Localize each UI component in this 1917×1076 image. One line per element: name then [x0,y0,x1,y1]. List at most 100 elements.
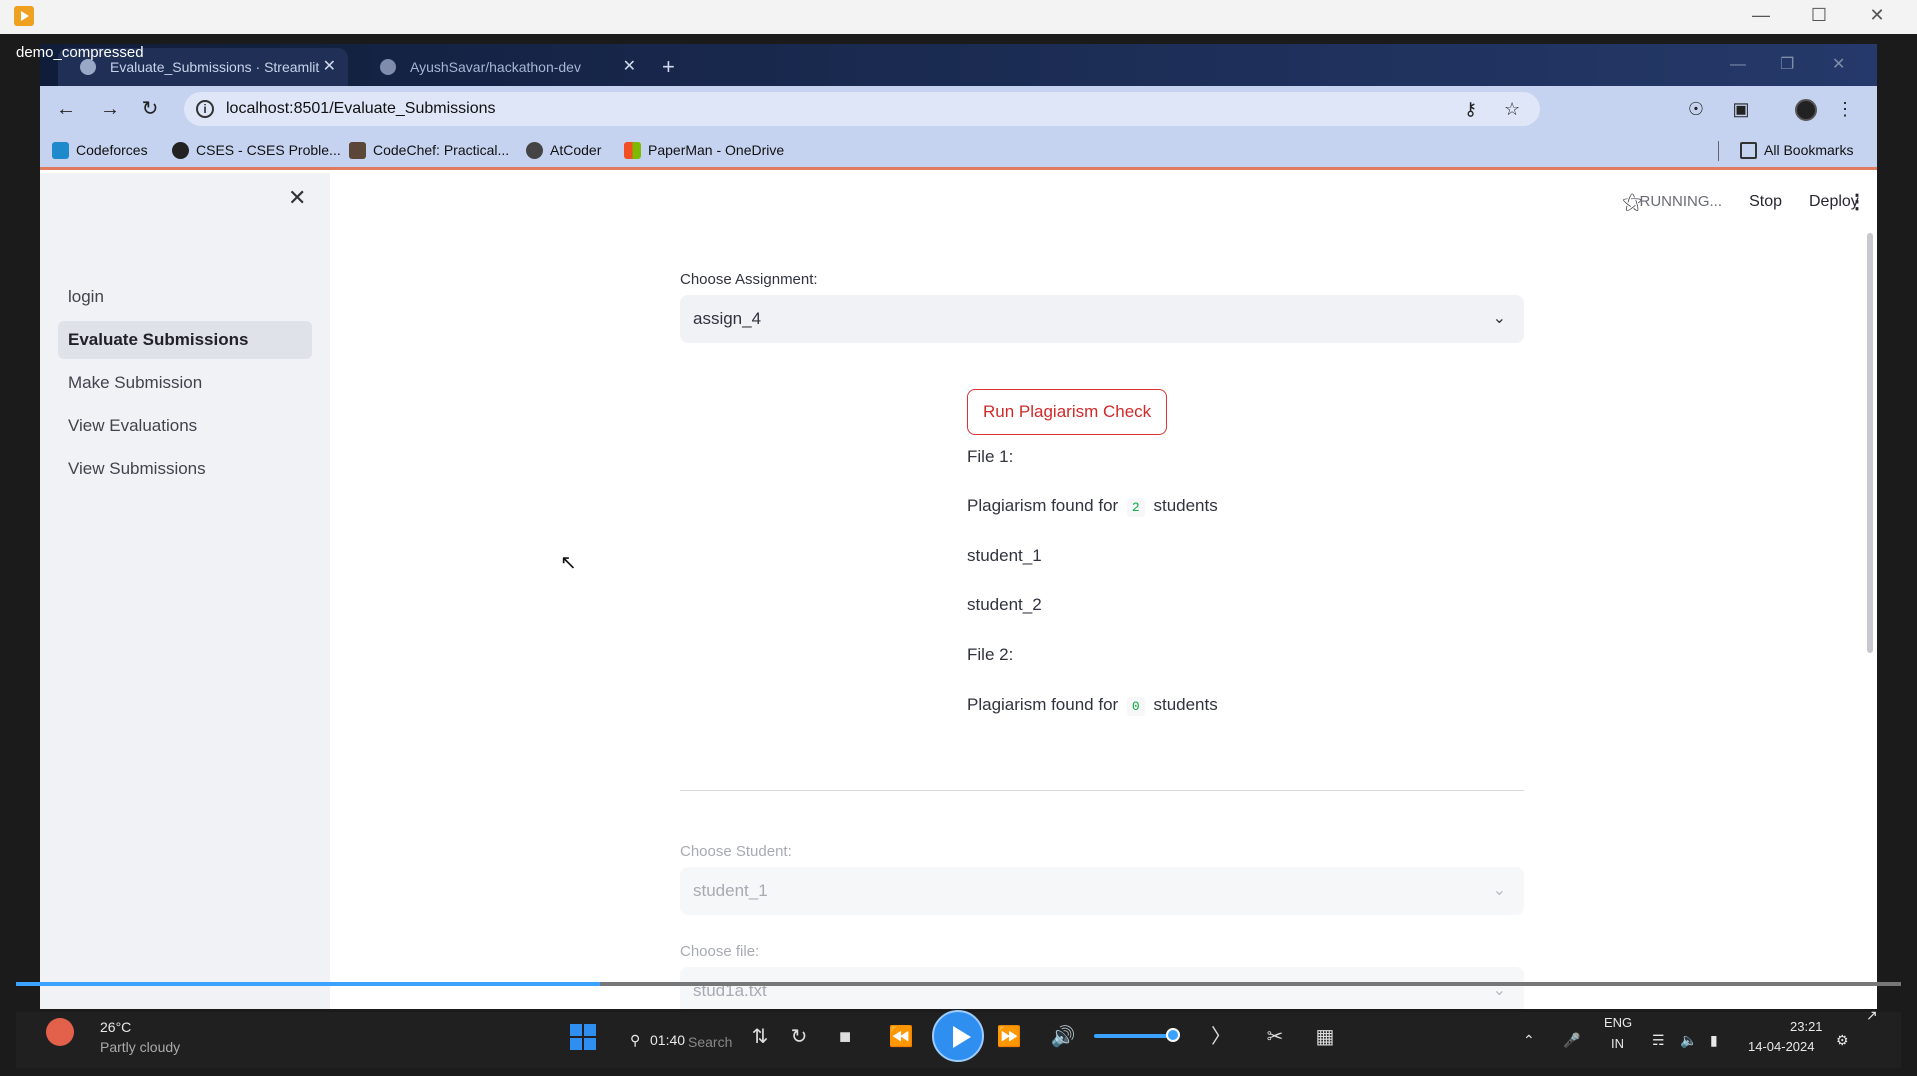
battery-icon[interactable]: ▮ [1710,1012,1718,1068]
shuffle-icon[interactable]: ⇅ [741,1018,779,1056]
assignment-select[interactable]: assign_4 ⌄ [680,295,1524,343]
fast-forward-icon[interactable]: ⏩ [990,1018,1028,1056]
student-result-2: student_2 [967,595,1042,614]
bookmarks-bar: Codeforces CSES - CSES Proble... CodeChe… [40,132,1877,170]
codechef-icon [349,142,366,159]
sidebar: ✕ login Evaluate Submissions Make Submis… [40,173,330,1009]
bookmark-codeforces[interactable]: Codeforces [52,132,148,168]
volume-knob[interactable] [1166,1028,1180,1042]
result-suffix: students [1153,695,1218,714]
windows-start-icon[interactable] [570,1024,596,1050]
wifi-icon[interactable]: ☴ [1652,1012,1665,1068]
video-title: demo_compressed [16,44,144,61]
all-bookmarks[interactable]: All Bookmarks [1740,132,1853,168]
student-result-1: student_1 [967,546,1042,565]
run-plagiarism-check-button[interactable]: Run Plagiarism Check [967,389,1168,435]
browser-minimize-icon[interactable]: — [1730,48,1746,82]
profile-avatar[interactable] [1795,99,1817,121]
main-content: Choose Assignment: assign_4 ⌄ Run Plagia… [680,173,1524,1009]
clock-date: 14-04-2024 [1748,1039,1815,1054]
stop-icon[interactable]: ■ [826,1018,864,1056]
search-icon[interactable]: ⚲ [630,1012,640,1068]
minimize-icon[interactable]: — [1732,0,1790,34]
extensions-icon[interactable]: ▣ [1726,86,1756,132]
sidebar-item-evaluate-submissions[interactable]: Evaluate Submissions [58,321,312,359]
bookmark-label: AtCoder [550,142,602,158]
bookmark-atcoder[interactable]: AtCoder [526,132,601,168]
site-info-icon[interactable]: i [196,100,214,118]
microphone-icon[interactable]: 🎤 [1563,1012,1580,1068]
weather-description: Partly cloudy [100,1039,181,1055]
weather-temperature: 26°C [100,1019,132,1035]
sidebar-item-make-submission[interactable]: Make Submission [58,364,312,402]
forward-icon[interactable]: → [92,86,128,132]
tray-chevron-up-icon[interactable]: ⌃ [1523,1012,1535,1068]
running-status: RUNNING... [1639,193,1723,210]
file2-title: File 2: [967,645,1014,664]
maximize-icon[interactable]: ☐ [1790,0,1848,34]
student-value: student_1 [693,881,768,900]
result-count: 2 [1126,498,1145,517]
bookmark-cses[interactable]: CSES - CSES Proble... [172,132,341,168]
back-icon[interactable]: ← [48,86,84,132]
tab-close-icon[interactable]: ✕ [623,48,636,86]
file-select[interactable]: stud1a.txt ⌄ [680,967,1524,1009]
result-count: 0 [1126,697,1145,716]
bookmark-paperman[interactable]: PaperMan - OneDrive [624,132,784,168]
rewind-icon[interactable]: ⏪ [882,1018,920,1056]
reload-icon[interactable]: ↻ [132,86,168,132]
language-top[interactable]: ENG [1604,1010,1632,1034]
github-favicon-icon [380,59,396,75]
chevron-down-icon: ⌄ [1492,982,1506,999]
bookmark-codechef[interactable]: CodeChef: Practical... [349,132,509,168]
sidebar-item-view-evaluations[interactable]: View Evaluations [58,407,312,445]
cses-icon [172,142,189,159]
new-tab-icon[interactable]: + [662,50,675,84]
tab-github[interactable]: AyushSavar/hackathon-dev ✕ [358,48,648,86]
streamlit-favicon-icon [80,59,96,75]
play-button[interactable] [932,1010,984,1062]
page-scrollbar[interactable] [1867,233,1873,653]
close-icon[interactable]: ✕ [1848,0,1906,34]
player-time: 01:40 [650,1032,686,1048]
notification-icon[interactable]: ⚙ [1836,1012,1849,1068]
speaker-icon[interactable]: 🔈 [1680,1012,1697,1068]
url-text: localhost:8501/Evaluate_Submissions [226,100,496,117]
sidebar-item-login[interactable]: login [58,278,312,316]
bookmark-star-icon[interactable]: ☆ [1504,92,1520,126]
repeat-icon[interactable]: ↻ [780,1018,818,1056]
sidebar-item-view-submissions[interactable]: View Submissions [58,450,312,488]
lens-icon[interactable]: ☉ [1681,86,1711,132]
sidebar-close-icon[interactable]: ✕ [288,185,306,211]
calculator-icon[interactable]: ▦ [1306,1018,1344,1056]
player-progress-bar[interactable] [16,982,1901,986]
browser-restore-icon[interactable]: ❐ [1780,48,1794,82]
password-key-icon[interactable]: ⚷ [1464,92,1477,126]
volume-icon[interactable]: 🔊 [1044,1018,1082,1056]
tab-close-icon[interactable]: ✕ [323,48,336,86]
language-bottom[interactable]: IN [1611,1034,1624,1058]
bookmark-label: Codeforces [76,142,148,158]
terminal-icon[interactable]: 〉 [1202,1018,1240,1056]
browser-close-icon[interactable]: ✕ [1832,48,1845,82]
tab-label: Evaluate_Submissions · Streamlit [110,59,320,75]
student-label: Choose Student: [680,843,792,860]
tab-strip: Evaluate_Submissions · Streamlit ✕ Ayush… [40,44,1877,86]
snipping-tool-icon[interactable]: ✂ [1256,1018,1294,1056]
volume-slider[interactable] [1094,1034,1174,1038]
student-select[interactable]: student_1 ⌄ [680,867,1524,915]
chevron-down-icon: ⌄ [1492,310,1506,327]
browser-menu-icon[interactable]: ⋮ [1830,86,1860,132]
result-prefix: Plagiarism found for [967,695,1119,714]
file1-title: File 1: [967,447,1014,466]
file-label: Choose file: [680,943,760,960]
fullscreen-icon[interactable]: ↗ [1866,1000,1878,1030]
weather-icon[interactable] [46,1018,74,1046]
taskbar-search[interactable]: Search [688,1014,732,1070]
mouse-cursor-icon: ↖ [560,552,577,574]
stop-button[interactable]: Stop [1749,187,1782,217]
app-menu-icon[interactable]: ⋮ [1847,187,1867,217]
microsoft-icon [624,142,641,159]
section-divider [680,790,1524,791]
address-bar[interactable]: i localhost:8501/Evaluate_Submissions ⚷ … [184,92,1540,126]
